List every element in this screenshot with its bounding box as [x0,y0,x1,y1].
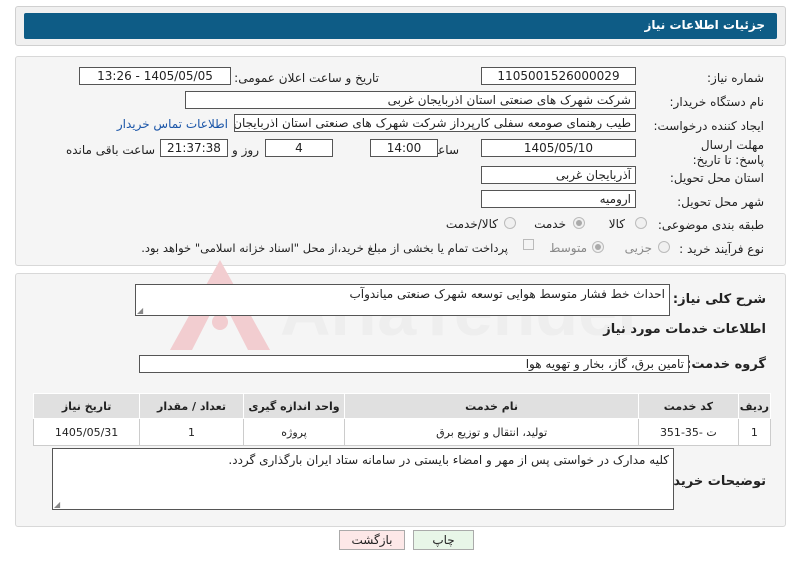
days-label: روز و [232,143,259,157]
category-service-label: خدمت [534,217,566,231]
services-table: ردیف کد خدمت نام خدمت واحد اندازه گیری ت… [32,393,772,446]
announce-field: 1405/05/05 - 13:26 [79,67,231,85]
col-row: ردیف [737,393,772,419]
buyer-notes-field: کلیه مدارک در خواستی پس از مهر و امضاء ب… [52,448,674,510]
summary-resize-handle[interactable]: ◢ [137,306,143,315]
summary-field: احداث خط فشار متوسط هوایی توسعه شهرک صنع… [135,284,670,316]
category-goods-service-label: کالا/خدمت [445,217,498,231]
cell-name: تولید، انتقال و توزیع برق [344,418,639,446]
col-qty: تعداد / مقدار [139,393,244,419]
category-goods-radio[interactable] [635,217,647,229]
print-button[interactable]: چاپ [413,530,474,550]
cell-row: 1 [737,418,772,446]
cell-qty: 1 [139,418,244,446]
info-panel [15,56,786,266]
col-name: نام خدمت [344,393,639,419]
remaining-label: ساعت باقی مانده [65,143,155,157]
deadline-time-field: 14:00 [370,139,438,157]
process-label: نوع فرآیند خرید : [679,242,764,256]
category-service-radio[interactable] [573,217,585,229]
creator-field: طیب رهنمای صومعه سفلی کارپرداز شرکت شهرک… [234,114,636,132]
deadline-date-field: 1405/05/10 [481,139,636,157]
header-bar: جزئیات اطلاعات نیاز [15,6,786,46]
treasury-payment-checkbox[interactable] [523,239,534,250]
city-label: شهر محل تحویل: [677,195,764,209]
col-unit: واحد اندازه گیری [242,393,346,419]
category-label: طبقه بندی موضوعی: [657,218,764,232]
need-number-field: 1105001526000029 [481,67,636,85]
process-minor-label: جزیی [624,241,652,255]
creator-label: ایجاد کننده درخواست: [653,119,764,133]
province-field: آذربایجان غربی [481,166,636,184]
buyer-org-field: شرکت شهرک های صنعتی استان اذربایجان غربی [185,91,636,109]
page-title: جزئیات اطلاعات نیاز [644,18,765,32]
announce-label: تاریخ و ساعت اعلان عمومی: [234,71,379,85]
days-field: 4 [265,139,333,157]
notes-resize-handle[interactable]: ◢ [54,500,60,509]
city-field: ارومیه [481,190,636,208]
process-minor-radio[interactable] [658,241,670,253]
payment-note: پرداخت تمام یا بخشی از مبلغ خرید،از محل … [141,241,508,255]
cell-unit: پروژه [242,418,346,446]
table-row: 1 ت -35-351 تولید، انتقال و توزیع برق پر… [32,418,772,446]
back-button[interactable]: بازگشت [339,530,405,550]
col-code: کد خدمت [637,393,739,419]
header-title-bar: جزئیات اطلاعات نیاز [24,13,777,39]
summary-label: شرح کلی نیاز: [672,292,766,307]
process-medium-radio[interactable] [592,241,604,253]
buyer-org-label: نام دستگاه خریدار: [669,95,765,109]
buyer-contact-link[interactable]: اطلاعات تماس خریدار [117,117,228,131]
category-goods-service-radio[interactable] [504,217,516,229]
col-date: تاریخ نیاز [32,393,141,419]
remaining-time-field: 21:37:38 [160,139,228,157]
cell-code: ت -35-351 [637,418,739,446]
services-section-title: اطلاعات خدمات مورد نیاز [603,322,766,337]
province-label: استان محل تحویل: [669,171,764,185]
service-group-field: تامین برق، گاز، بخار و تهویه هوا [139,355,689,373]
service-group-label: گروه خدمت: [686,357,766,372]
cell-date: 1405/05/31 [32,418,141,446]
category-goods-label: کالا [608,217,625,231]
deadline-label: مهلت ارسال پاسخ: تا تاریخ: [692,138,764,167]
process-medium-label: متوسط [549,241,587,255]
need-number-label: شماره نیاز: [707,71,764,85]
